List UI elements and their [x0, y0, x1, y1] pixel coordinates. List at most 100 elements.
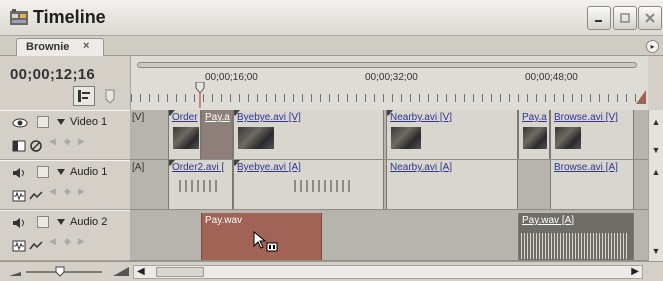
clip-audio[interactable]: Browse.avi [A] — [550, 160, 634, 209]
close-button[interactable] — [638, 6, 662, 30]
clip-thumbnail — [523, 127, 547, 149]
tab-close-icon[interactable]: × — [83, 40, 89, 52]
prev-keyframe-icon[interactable]: ◀ — [49, 136, 56, 147]
clip-label: Browse.avi [A] — [554, 162, 618, 173]
lock-toggle[interactable] — [37, 216, 49, 228]
waveform-display-icon[interactable] — [12, 190, 26, 202]
eye-icon[interactable] — [12, 117, 28, 129]
work-area-end-icon[interactable] — [636, 90, 646, 104]
maximize-button[interactable] — [613, 6, 637, 30]
keyframe-disabled-icon[interactable] — [29, 140, 43, 152]
close-icon — [645, 13, 655, 23]
maximize-icon — [620, 13, 630, 23]
clip-label: Nearby.avi [A] — [390, 162, 453, 173]
clip-label: Byebye.avi [V] — [237, 112, 301, 123]
track-header-video1: Video 1 ◀ ◆ ▶ — [0, 110, 130, 160]
clip-video[interactable]: Pay.a — [201, 110, 233, 159]
title-bar: Timeline — [0, 0, 663, 36]
add-keyframe-icon[interactable]: ◆ — [64, 236, 71, 247]
prev-keyframe-icon[interactable]: ◀ — [49, 236, 56, 247]
scroll-thumb[interactable] — [156, 267, 204, 277]
timeline-window: Timeline Brownie × ▸ 00;00;12;16 00;00;1… — [0, 0, 663, 281]
panel-menu-icon[interactable]: ▸ — [646, 40, 659, 53]
track-lane-audio2[interactable]: Pay.wav Pay.wav [A] — [130, 210, 648, 261]
clip-label: Byebye.avi [A] — [237, 162, 301, 173]
waveform-display-icon[interactable] — [12, 240, 26, 252]
scroll-up-icon[interactable]: ▲ — [650, 116, 662, 128]
ruler-tick-label: 00;00;16;00 — [205, 72, 258, 83]
clip-video[interactable]: Order — [168, 110, 201, 159]
clip-label: Pay.a — [522, 112, 547, 123]
work-area-bar[interactable] — [137, 62, 637, 68]
track-header-audio1: Audio 1 ◀ ◆ ▶ — [0, 160, 130, 210]
snap-button[interactable] — [73, 86, 95, 106]
ruler-tick-label: 00;00;32;00 — [365, 72, 418, 83]
add-keyframe-icon[interactable]: ◆ — [64, 136, 71, 147]
clip-thumbnail — [555, 127, 581, 149]
clip-thumbnail — [173, 127, 199, 149]
clip-audio[interactable]: Byebye.avi [A] — [233, 160, 384, 209]
speaker-icon[interactable] — [12, 217, 28, 229]
clip-label: Browse.avi [V] — [554, 112, 618, 123]
clip-label: Order2.avi [ — [172, 162, 225, 173]
clip-video[interactable]: Nearby.avi [V] — [386, 110, 518, 159]
clip-audio[interactable]: Pay.wav [A] — [518, 213, 634, 260]
track-lane-video1[interactable]: [V] Order Pay.a Byebye.avi [V] Nearby.av… — [130, 110, 648, 160]
cursor-icon — [253, 231, 278, 252]
scroll-down-icon[interactable]: ▼ — [650, 245, 662, 257]
clip-video[interactable]: Pay.a — [518, 110, 550, 159]
clip-audio[interactable]: Order2.avi [ — [168, 160, 233, 209]
ruler-ticks — [131, 94, 649, 102]
zoom-slider-thumb[interactable] — [55, 266, 65, 277]
lock-toggle[interactable] — [37, 116, 49, 128]
display-style-icon[interactable] — [12, 140, 26, 152]
add-keyframe-icon[interactable]: ◆ — [64, 186, 71, 197]
clip-label: Order — [172, 112, 198, 123]
minimize-icon — [595, 20, 602, 22]
next-keyframe-icon[interactable]: ▶ — [78, 136, 85, 147]
track-label: [A] — [132, 162, 145, 173]
timeline-app-icon — [10, 9, 28, 25]
show-keyframes-icon[interactable] — [29, 240, 43, 252]
clip-video[interactable]: Byebye.avi [V] — [233, 110, 384, 159]
horizontal-scrollbar[interactable]: ◀ ▶ — [133, 265, 643, 279]
snap-icon — [78, 90, 90, 102]
next-keyframe-icon[interactable]: ▶ — [78, 236, 85, 247]
current-timecode[interactable]: 00;00;12;16 — [10, 66, 95, 83]
expand-track-icon[interactable] — [57, 119, 65, 125]
window-title: Timeline — [33, 7, 106, 27]
set-marker-icon[interactable] — [103, 88, 117, 104]
clip-thumbnail — [391, 127, 421, 149]
clip-label: Pay.a — [205, 112, 230, 123]
track-lane-audio1[interactable]: [A] Order2.avi [ Byebye.avi [A] Nearby.a… — [130, 160, 648, 210]
minimize-button[interactable] — [587, 6, 611, 30]
clip-label: Nearby.avi [V] — [390, 112, 453, 123]
expand-track-icon[interactable] — [57, 219, 65, 225]
playhead-icon[interactable] — [195, 82, 205, 108]
lock-toggle[interactable] — [37, 166, 49, 178]
show-keyframes-icon[interactable] — [29, 190, 43, 202]
tab-label: Brownie — [26, 41, 70, 53]
audio-waveform — [294, 180, 354, 192]
clip-audio[interactable]: Nearby.avi [A] — [386, 160, 518, 209]
tab-brownie[interactable]: Brownie × — [16, 38, 104, 56]
tab-bar: Brownie × ▸ — [0, 36, 663, 56]
speaker-icon[interactable] — [12, 167, 28, 179]
time-ruler[interactable]: 00;00;16;00 00;00;32;00 00;00;48;00 — [130, 56, 649, 110]
scroll-down-icon[interactable]: ▼ — [650, 144, 662, 156]
bottom-bar: ◀ ▶ — [0, 261, 663, 281]
vertical-scrollbar[interactable]: ▲ ▼ ▲ ▼ — [648, 110, 663, 261]
next-keyframe-icon[interactable]: ▶ — [78, 186, 85, 197]
clip-label: Pay.wav — [205, 215, 243, 226]
scroll-left-icon[interactable]: ◀ — [137, 266, 145, 277]
track-name: Audio 2 — [70, 216, 108, 228]
clip-label: Pay.wav [A] — [522, 215, 575, 226]
audio-waveform — [521, 233, 629, 259]
prev-keyframe-icon[interactable]: ◀ — [49, 186, 56, 197]
zoom-out-icon[interactable] — [8, 267, 22, 277]
expand-track-icon[interactable] — [57, 169, 65, 175]
scroll-up-icon[interactable]: ▲ — [650, 166, 662, 178]
scroll-right-icon[interactable]: ▶ — [631, 266, 639, 277]
clip-video[interactable]: Browse.avi [V] — [550, 110, 634, 159]
zoom-in-icon[interactable] — [112, 265, 130, 277]
